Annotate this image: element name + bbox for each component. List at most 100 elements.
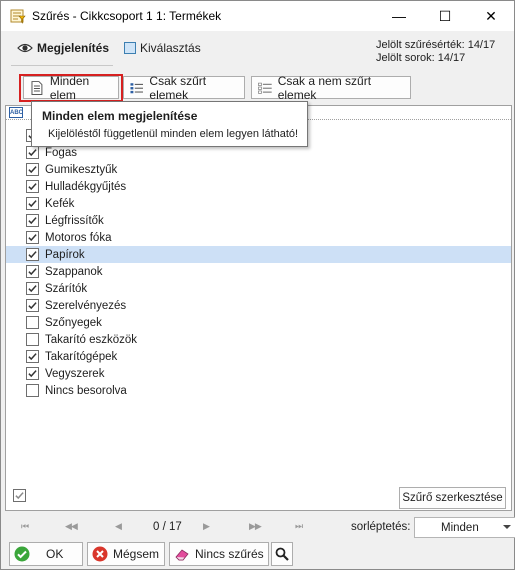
tab-kivalasztas[interactable]: Kiválasztás bbox=[124, 41, 201, 55]
record-counter: 0 / 17 bbox=[153, 521, 182, 533]
item-checkbox[interactable] bbox=[26, 214, 39, 227]
list-item[interactable]: Takarító eszközök bbox=[6, 331, 511, 348]
list-item[interactable]: Szőnyegek bbox=[6, 314, 511, 331]
filter-window-icon bbox=[10, 9, 26, 24]
item-checkbox[interactable] bbox=[26, 197, 39, 210]
last-record-button[interactable]: ⏭ bbox=[295, 521, 303, 532]
item-label: Takarítógépek bbox=[45, 350, 118, 363]
item-checkbox[interactable] bbox=[26, 384, 39, 397]
ok-button[interactable]: OK bbox=[9, 542, 83, 566]
item-label: Nincs besorolva bbox=[45, 384, 127, 397]
check-icon bbox=[28, 285, 37, 293]
item-label: Takarító eszközök bbox=[45, 333, 138, 346]
select-all-checkbox[interactable] bbox=[13, 489, 26, 502]
item-checkbox[interactable] bbox=[26, 367, 39, 380]
check-icon bbox=[28, 268, 37, 276]
filtered-list-icon bbox=[130, 82, 144, 93]
tab-megjelenites[interactable]: Megjelenítés bbox=[17, 41, 109, 55]
no-filter-label: Nincs szűrés bbox=[195, 547, 264, 561]
check-icon bbox=[15, 492, 24, 500]
list-item[interactable]: Papírok bbox=[6, 246, 511, 263]
check-icon bbox=[28, 149, 37, 157]
show-filtered-label: Csak szűrt elemek bbox=[149, 73, 207, 102]
list-item[interactable]: Gumikesztyűk bbox=[6, 161, 511, 178]
cancel-button[interactable]: Mégsem bbox=[87, 542, 165, 566]
item-checkbox[interactable] bbox=[26, 180, 39, 193]
list-item[interactable]: Szappanok bbox=[6, 263, 511, 280]
check-icon bbox=[28, 217, 37, 225]
show-filtered-button[interactable]: Csak szűrt elemek bbox=[123, 73, 245, 102]
item-label: Kefék bbox=[45, 197, 75, 210]
item-checkbox[interactable] bbox=[26, 265, 39, 278]
ok-label: OK bbox=[46, 547, 64, 561]
cancel-label: Mégsem bbox=[113, 547, 160, 561]
list-item[interactable]: Motoros fóka bbox=[6, 229, 511, 246]
check-icon bbox=[28, 251, 37, 259]
list-item[interactable]: Vegyszerek bbox=[6, 365, 511, 382]
step-label: sorléptetés: bbox=[351, 521, 411, 533]
list-item[interactable]: Hulladékgyűjtés bbox=[6, 178, 511, 195]
eraser-icon bbox=[175, 549, 189, 561]
edit-filter-button[interactable]: Szűrő szerkesztése bbox=[399, 487, 506, 509]
item-label: Szőnyegek bbox=[45, 316, 102, 329]
step-dropdown[interactable]: Minden bbox=[414, 517, 515, 538]
list-item[interactable]: Takarítógépek bbox=[6, 348, 511, 365]
item-label: Szappanok bbox=[45, 265, 103, 278]
check-icon bbox=[28, 234, 37, 242]
maximize-button[interactable]: ☐ bbox=[422, 1, 468, 31]
first-record-button[interactable]: ⏮ bbox=[21, 521, 29, 532]
previous-record-button[interactable]: ◀ bbox=[115, 521, 122, 532]
title-bar: Szűrés - Cikkcsoport 1 1: Termékek — ☐ ✕ bbox=[1, 1, 514, 31]
chevron-down-icon bbox=[503, 525, 511, 529]
item-checkbox[interactable] bbox=[26, 282, 39, 295]
show-nonfiltered-label: Csak a nem szűrt elemek bbox=[277, 73, 372, 102]
item-checkbox[interactable] bbox=[26, 299, 39, 312]
item-label: Gumikesztyűk bbox=[45, 163, 118, 176]
close-button[interactable]: ✕ bbox=[468, 1, 514, 31]
search-button[interactable] bbox=[271, 542, 293, 566]
item-label: Vegyszerek bbox=[45, 367, 105, 380]
cancel-x-icon bbox=[92, 546, 108, 562]
no-filter-button[interactable]: Nincs szűrés bbox=[169, 542, 269, 566]
item-label: Szerelvényezés bbox=[45, 299, 127, 312]
tooltip-body: Kijelöléstől függetlenül minden elem leg… bbox=[48, 128, 299, 140]
item-checkbox[interactable] bbox=[26, 350, 39, 363]
filter-value-list[interactable]: ABC Egyes eszközök, szerekFogasGumikeszt… bbox=[5, 105, 512, 511]
list-item[interactable]: Légfrissítők bbox=[6, 212, 511, 229]
next-record-button[interactable]: ▶ bbox=[203, 521, 210, 532]
selection-stats: Jelölt szűrésérték: 14/17 Jelölt sorok: … bbox=[376, 39, 495, 65]
show-nonfiltered-button[interactable]: Csak a nem szűrt elemek bbox=[251, 73, 411, 102]
item-label: Motoros fóka bbox=[45, 231, 112, 244]
check-icon bbox=[28, 302, 37, 310]
check-icon bbox=[28, 200, 37, 208]
list-item[interactable]: Nincs besorolva bbox=[6, 382, 511, 399]
filter-dialog: Szűrés - Cikkcsoport 1 1: Termékek — ☐ ✕… bbox=[0, 0, 515, 570]
next-page-button[interactable]: ▶▶ bbox=[249, 521, 262, 532]
eye-icon bbox=[17, 43, 33, 53]
tooltip: Minden elem megjelenítése Kijelöléstől f… bbox=[31, 101, 308, 147]
marked-values-stat: Jelölt szűrésérték: 14/17 bbox=[376, 39, 496, 51]
item-label: Fogas bbox=[45, 146, 77, 159]
abc-column-icon: ABC bbox=[9, 107, 23, 118]
minimize-button[interactable]: — bbox=[376, 1, 422, 31]
list-item[interactable]: Kefék bbox=[6, 195, 511, 212]
window-title: Szűrés - Cikkcsoport 1 1: Termékek bbox=[32, 9, 222, 23]
previous-page-button[interactable]: ◀◀ bbox=[65, 521, 78, 532]
item-checkbox[interactable] bbox=[26, 146, 39, 159]
marked-rows-stat: Jelölt sorok: 14/17 bbox=[376, 52, 466, 64]
check-icon bbox=[28, 353, 37, 361]
highlight-frame bbox=[19, 74, 123, 102]
item-checkbox[interactable] bbox=[26, 163, 39, 176]
unfiltered-list-icon bbox=[258, 82, 272, 94]
tooltip-title: Minden elem megjelenítése bbox=[42, 109, 198, 123]
item-checkbox[interactable] bbox=[26, 248, 39, 261]
navigation-bar: ⏮ ◀◀ ◀ 0 / 17 ▶ ▶▶ ⏭ sorléptetés: Minden bbox=[5, 515, 515, 541]
list-item[interactable]: Szerelvényezés bbox=[6, 297, 511, 314]
item-label: Papírok bbox=[45, 248, 85, 261]
item-checkbox[interactable] bbox=[26, 316, 39, 329]
step-value: Minden bbox=[441, 522, 479, 534]
item-checkbox[interactable] bbox=[26, 231, 39, 244]
tab-label: Kiválasztás bbox=[140, 41, 201, 55]
list-item[interactable]: Szárítók bbox=[6, 280, 511, 297]
item-checkbox[interactable] bbox=[26, 333, 39, 346]
